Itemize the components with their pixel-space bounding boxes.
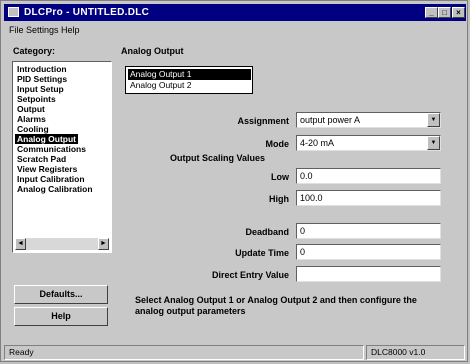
output-list[interactable]: Analog Output 1 Analog Output 2 (125, 66, 253, 94)
menu-help[interactable]: Help (61, 25, 80, 35)
category-item-view-registers[interactable]: View Registers (17, 164, 77, 174)
category-item-output[interactable]: Output (17, 104, 45, 114)
status-bar: Ready DLC8000 v1.0 (4, 345, 466, 360)
mode-select[interactable]: 4-20 mA ▼ (296, 135, 441, 151)
window-title: DLCPro - UNTITLED.DLC (24, 7, 150, 18)
category-item-analog-calibration[interactable]: Analog Calibration (17, 184, 93, 194)
close-button[interactable]: × (452, 7, 465, 18)
category-label: Category: (13, 46, 56, 56)
dropdown-arrow-icon[interactable]: ▼ (427, 113, 440, 127)
scroll-right-icon[interactable]: ► (98, 238, 109, 250)
mode-label: Mode (265, 139, 290, 149)
app-icon (8, 7, 19, 17)
category-list[interactable]: Introduction PID Settings Input Setup Se… (12, 61, 112, 253)
low-label: Low (271, 172, 289, 182)
output-item-2[interactable]: Analog Output 2 (128, 80, 251, 91)
dropdown-arrow-icon[interactable]: ▼ (427, 136, 440, 150)
direct-entry-label: Direct Entry Value (211, 270, 289, 280)
scaling-label: Output Scaling Values (170, 153, 266, 163)
status-text: Ready (4, 345, 364, 360)
category-hscrollbar[interactable]: ◄ ► (15, 238, 109, 250)
scroll-left-icon[interactable]: ◄ (15, 238, 26, 250)
app-window: DLCPro - UNTITLED.DLC _ □ × File Setting… (0, 0, 468, 362)
direct-entry-input[interactable] (296, 266, 441, 282)
help-button[interactable]: Help (14, 307, 108, 326)
category-item-input-setup[interactable]: Input Setup (17, 84, 64, 94)
mode-value: 4-20 mA (300, 138, 335, 148)
assignment-label: Assignment (237, 116, 289, 126)
category-item-analog-output[interactable]: Analog Output (15, 134, 79, 144)
category-item-pid-settings[interactable]: PID Settings (17, 74, 67, 84)
menu-bar: File Settings Help (4, 23, 466, 37)
category-item-setpoints[interactable]: Setpoints (17, 94, 56, 104)
panel-title: Analog Output (121, 46, 184, 56)
menu-settings[interactable]: Settings (26, 25, 59, 35)
defaults-button[interactable]: Defaults... (14, 285, 108, 304)
category-item-alarms[interactable]: Alarms (17, 114, 46, 124)
deadband-label: Deadband (245, 227, 289, 237)
low-input[interactable]: 0.0 (296, 168, 441, 184)
update-time-input[interactable]: 0 (296, 244, 441, 260)
menu-file[interactable]: File (9, 25, 24, 35)
version-text: DLC8000 v1.0 (366, 345, 465, 360)
high-input[interactable]: 100.0 (296, 190, 441, 206)
assignment-select[interactable]: output power A ▼ (296, 112, 441, 128)
category-item-scratch-pad[interactable]: Scratch Pad (17, 154, 66, 164)
category-item-introduction[interactable]: Introduction (17, 64, 67, 74)
title-bar: DLCPro - UNTITLED.DLC _ □ × (4, 4, 466, 21)
maximize-button[interactable]: □ (438, 7, 451, 18)
deadband-input[interactable]: 0 (296, 223, 441, 239)
category-item-communications[interactable]: Communications (17, 144, 86, 154)
output-item-1[interactable]: Analog Output 1 (128, 69, 251, 80)
category-item-input-calibration[interactable]: Input Calibration (17, 174, 85, 184)
minimize-button[interactable]: _ (425, 7, 438, 18)
update-time-label: Update Time (235, 248, 289, 258)
high-label: High (269, 194, 289, 204)
instructions-text: Select Analog Output 1 or Analog Output … (135, 295, 417, 316)
assignment-value: output power A (300, 115, 361, 125)
category-item-cooling[interactable]: Cooling (17, 124, 49, 134)
